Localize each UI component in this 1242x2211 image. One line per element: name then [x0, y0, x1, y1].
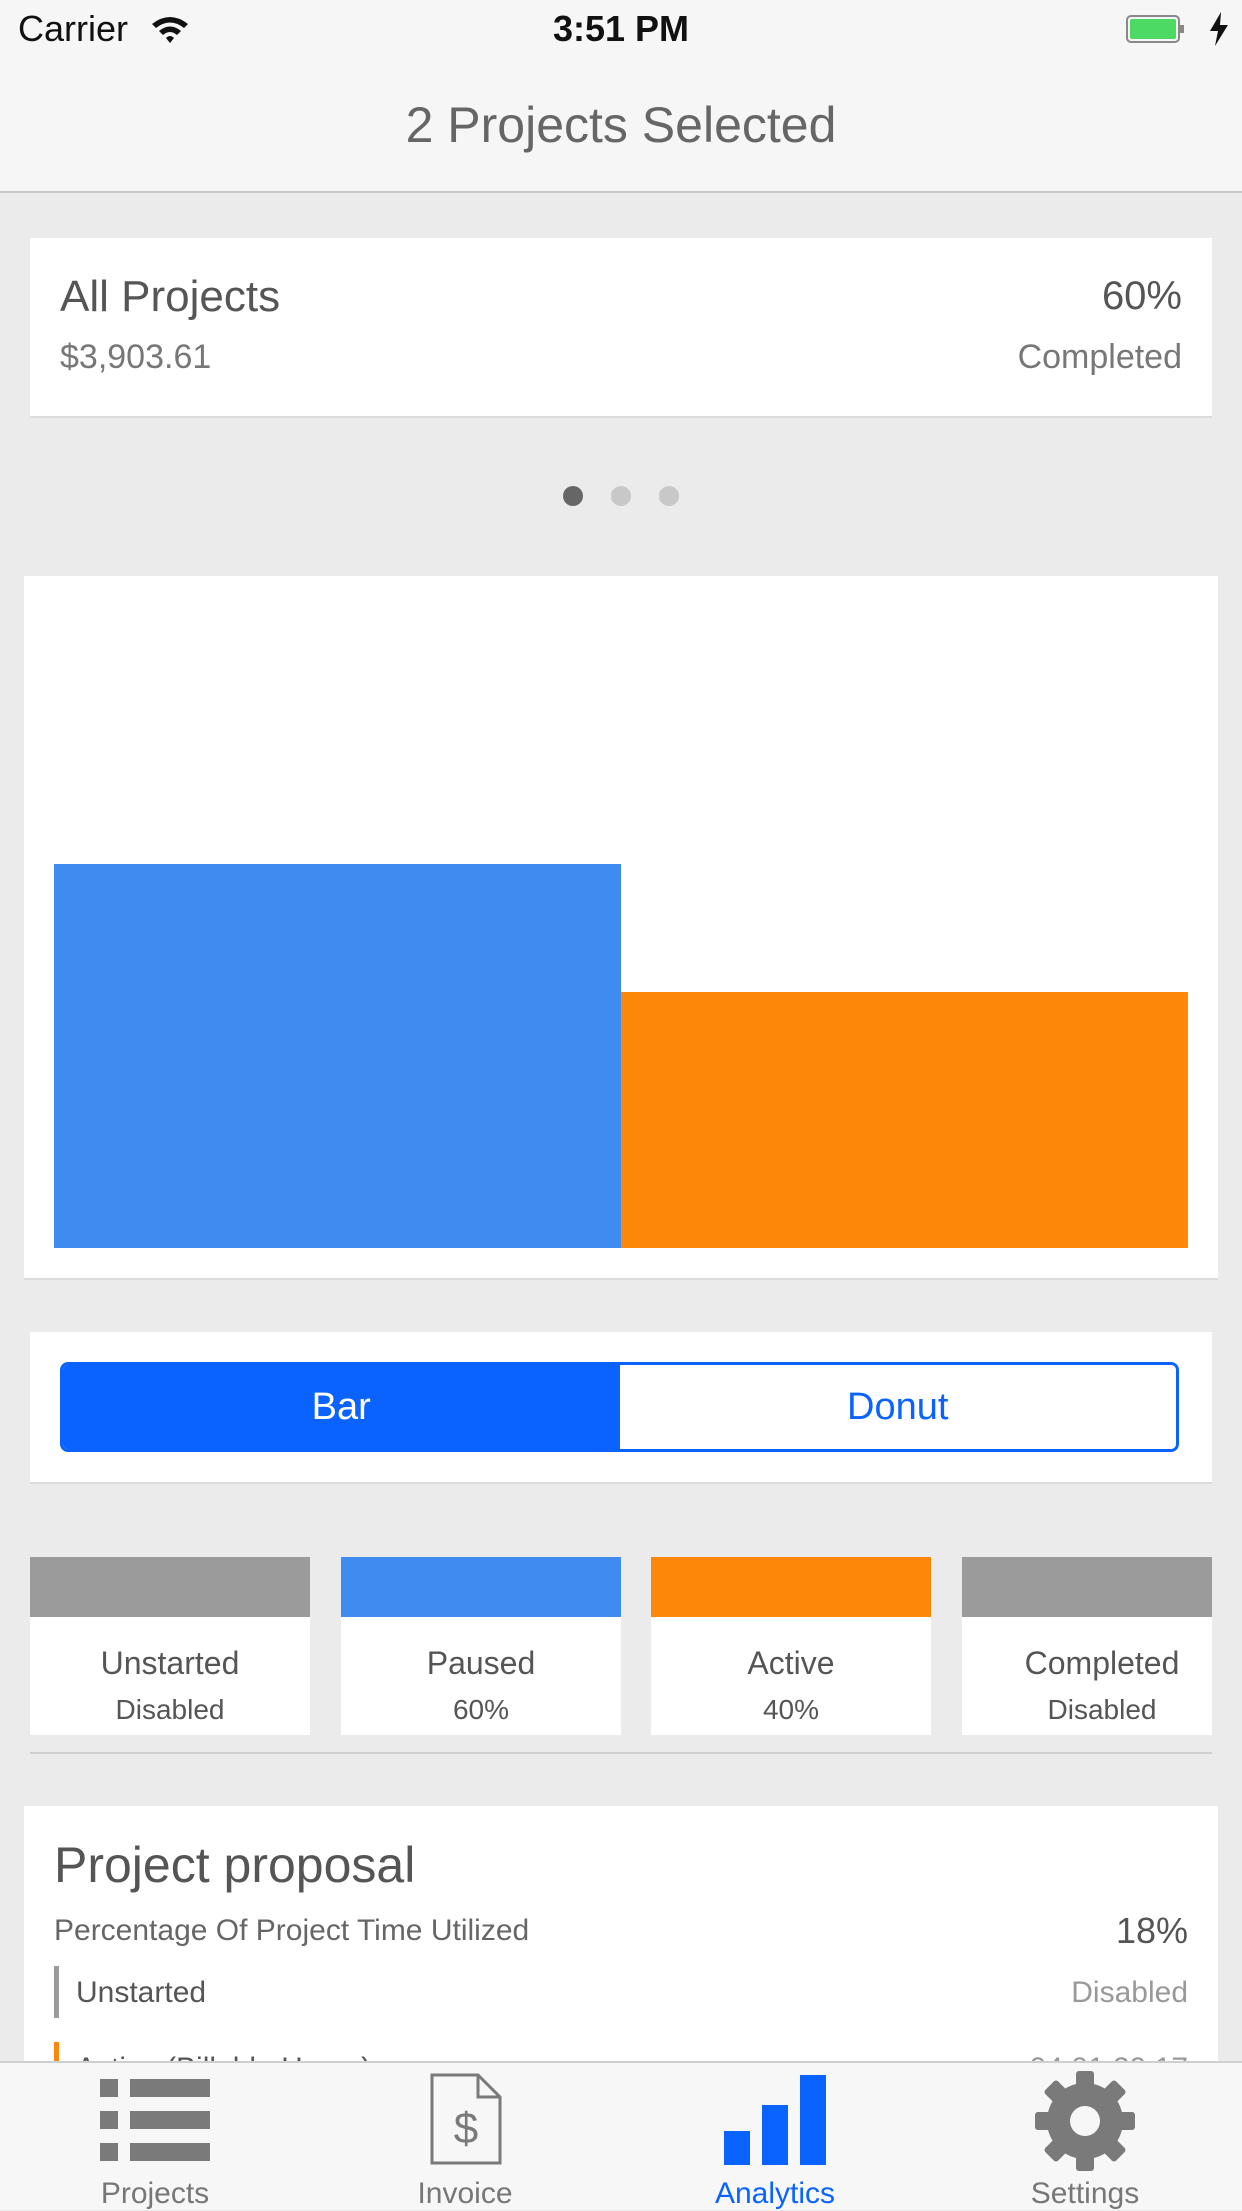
- summary-amount: $3,903.61: [60, 338, 212, 376]
- legend-label: Unstarted: [100, 1645, 240, 1681]
- tab-invoice[interactable]: $ Invoice: [310, 2063, 620, 2210]
- tab-label: Projects: [100, 2177, 210, 2210]
- page-title: 2 Projects Selected: [405, 97, 837, 153]
- tab-label: Invoice: [417, 2177, 513, 2210]
- legend-swatch: [651, 1557, 931, 1617]
- clock: 3:51 PM: [552, 8, 690, 49]
- page-dot-1[interactable]: [563, 486, 583, 506]
- tab-label: Analytics: [714, 2177, 836, 2210]
- summary-percent: 60%: [1101, 274, 1182, 318]
- list-icon: [96, 2073, 214, 2178]
- status-bar: Carrier 3:51 PM: [0, 0, 1242, 60]
- legend-label: Completed: [1024, 1645, 1180, 1681]
- row-color-bar: [54, 1966, 59, 2018]
- page-dot-2[interactable]: [611, 486, 631, 506]
- chart-type-segmented-control[interactable]: Bar Donut: [60, 1362, 1179, 1452]
- bar-active: [621, 992, 1188, 1248]
- legend-value: Disabled: [1047, 1694, 1157, 1725]
- project-name: Project proposal: [54, 1837, 416, 1893]
- legend-label: Paused: [426, 1645, 536, 1681]
- legend-divider: [30, 1752, 1212, 1754]
- legend-value: 40%: [762, 1694, 820, 1725]
- legend-label: Active: [747, 1645, 835, 1681]
- chart-card: [24, 576, 1218, 1280]
- legend-swatch: [30, 1557, 310, 1617]
- segment-donut[interactable]: Donut: [619, 1365, 1176, 1449]
- metric-value: 18%: [1115, 1910, 1188, 1951]
- bar-chart-icon: [722, 2069, 828, 2174]
- tab-bar: Projects $ Invoice Analytics Settings: [0, 2061, 1242, 2210]
- bar-chart: [54, 864, 1188, 1248]
- row-label: Unstarted: [76, 1976, 207, 2009]
- segment-bar[interactable]: Bar: [63, 1365, 620, 1449]
- summary-percent-label: Completed: [1017, 338, 1182, 376]
- metric-label: Percentage Of Project Time Utilized: [54, 1914, 530, 1947]
- legend-value: Disabled: [115, 1694, 225, 1725]
- legend-tile-active[interactable]: Active 40%: [651, 1557, 931, 1735]
- invoice-icon: $: [428, 2071, 504, 2172]
- legend-swatch: [962, 1557, 1212, 1617]
- legend-swatch: [341, 1557, 621, 1617]
- page-dot-3[interactable]: [659, 486, 679, 506]
- navigation-bar: 2 Projects Selected: [0, 60, 1242, 193]
- svg-text:$: $: [454, 2104, 478, 2153]
- summary-title: All Projects: [60, 272, 281, 321]
- tab-analytics[interactable]: Analytics: [620, 2063, 930, 2210]
- battery-icon: [1126, 14, 1186, 51]
- tab-label: Settings: [1030, 2177, 1140, 2210]
- gear-icon: [1030, 2069, 1140, 2178]
- legend-tile-paused[interactable]: Paused 60%: [341, 1557, 621, 1735]
- legend-tile-unstarted[interactable]: Unstarted Disabled: [30, 1557, 310, 1735]
- bar-paused: [54, 864, 621, 1248]
- summary-card[interactable]: All Projects $3,903.61 60% Completed: [30, 238, 1212, 418]
- legend-tile-completed[interactable]: Completed Disabled: [962, 1557, 1212, 1735]
- legend-value: 60%: [452, 1694, 510, 1725]
- tab-settings[interactable]: Settings: [930, 2063, 1240, 2210]
- charging-bolt-icon: [1208, 12, 1230, 51]
- row-value: Disabled: [1071, 1976, 1188, 2009]
- tab-projects[interactable]: Projects: [0, 2063, 310, 2210]
